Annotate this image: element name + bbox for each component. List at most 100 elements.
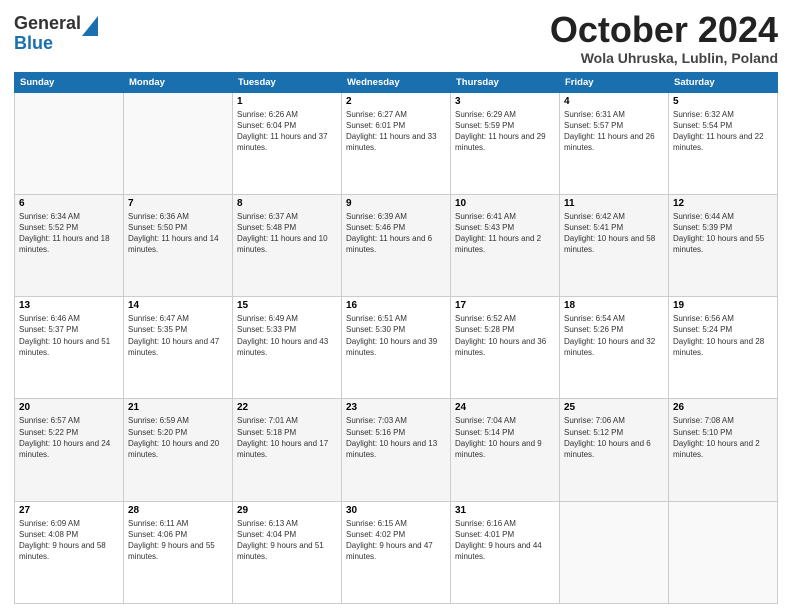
calendar-week-row: 6 Sunrise: 6:34 AMSunset: 5:52 PMDayligh…	[15, 194, 778, 296]
day-number: 13	[19, 300, 119, 311]
calendar-cell: 16 Sunrise: 6:51 AMSunset: 5:30 PMDaylig…	[342, 297, 451, 399]
calendar-cell: 22 Sunrise: 7:01 AMSunset: 5:18 PMDaylig…	[233, 399, 342, 501]
calendar-cell	[124, 92, 233, 194]
weekday-header-cell: Monday	[124, 72, 233, 92]
logo-general: General	[14, 13, 81, 33]
calendar-cell: 30 Sunrise: 6:15 AMSunset: 4:02 PMDaylig…	[342, 501, 451, 603]
day-info: Sunrise: 6:09 AMSunset: 4:08 PMDaylight:…	[19, 518, 119, 563]
calendar-table: SundayMondayTuesdayWednesdayThursdayFrid…	[14, 72, 778, 604]
calendar-cell	[560, 501, 669, 603]
day-number: 25	[564, 402, 664, 413]
weekday-header-cell: Friday	[560, 72, 669, 92]
day-info: Sunrise: 6:15 AMSunset: 4:02 PMDaylight:…	[346, 518, 446, 563]
day-number: 11	[564, 198, 664, 209]
weekday-header-row: SundayMondayTuesdayWednesdayThursdayFrid…	[15, 72, 778, 92]
day-number: 20	[19, 402, 119, 413]
calendar-cell: 5 Sunrise: 6:32 AMSunset: 5:54 PMDayligh…	[669, 92, 778, 194]
day-number: 10	[455, 198, 555, 209]
day-number: 6	[19, 198, 119, 209]
day-info: Sunrise: 6:29 AMSunset: 5:59 PMDaylight:…	[455, 109, 555, 154]
calendar-cell: 23 Sunrise: 7:03 AMSunset: 5:16 PMDaylig…	[342, 399, 451, 501]
day-number: 15	[237, 300, 337, 311]
day-number: 30	[346, 505, 446, 516]
calendar-cell: 25 Sunrise: 7:06 AMSunset: 5:12 PMDaylig…	[560, 399, 669, 501]
calendar-body: 1 Sunrise: 6:26 AMSunset: 6:04 PMDayligh…	[15, 92, 778, 603]
day-number: 12	[673, 198, 773, 209]
day-number: 21	[128, 402, 228, 413]
day-info: Sunrise: 6:49 AMSunset: 5:33 PMDaylight:…	[237, 313, 337, 358]
day-info: Sunrise: 6:11 AMSunset: 4:06 PMDaylight:…	[128, 518, 228, 563]
month-title: October 2024	[550, 10, 778, 50]
day-info: Sunrise: 6:51 AMSunset: 5:30 PMDaylight:…	[346, 313, 446, 358]
calendar-cell: 6 Sunrise: 6:34 AMSunset: 5:52 PMDayligh…	[15, 194, 124, 296]
calendar-week-row: 20 Sunrise: 6:57 AMSunset: 5:22 PMDaylig…	[15, 399, 778, 501]
day-number: 22	[237, 402, 337, 413]
day-number: 19	[673, 300, 773, 311]
calendar-cell: 24 Sunrise: 7:04 AMSunset: 5:14 PMDaylig…	[451, 399, 560, 501]
calendar-cell: 3 Sunrise: 6:29 AMSunset: 5:59 PMDayligh…	[451, 92, 560, 194]
calendar-cell: 13 Sunrise: 6:46 AMSunset: 5:37 PMDaylig…	[15, 297, 124, 399]
day-info: Sunrise: 6:32 AMSunset: 5:54 PMDaylight:…	[673, 109, 773, 154]
day-number: 8	[237, 198, 337, 209]
day-number: 7	[128, 198, 228, 209]
day-info: Sunrise: 6:31 AMSunset: 5:57 PMDaylight:…	[564, 109, 664, 154]
day-number: 18	[564, 300, 664, 311]
day-number: 17	[455, 300, 555, 311]
calendar-cell	[669, 501, 778, 603]
calendar-week-row: 1 Sunrise: 6:26 AMSunset: 6:04 PMDayligh…	[15, 92, 778, 194]
calendar-cell: 9 Sunrise: 6:39 AMSunset: 5:46 PMDayligh…	[342, 194, 451, 296]
day-info: Sunrise: 6:54 AMSunset: 5:26 PMDaylight:…	[564, 313, 664, 358]
weekday-header-cell: Tuesday	[233, 72, 342, 92]
day-info: Sunrise: 6:16 AMSunset: 4:01 PMDaylight:…	[455, 518, 555, 563]
day-info: Sunrise: 6:44 AMSunset: 5:39 PMDaylight:…	[673, 211, 773, 256]
calendar-cell: 28 Sunrise: 6:11 AMSunset: 4:06 PMDaylig…	[124, 501, 233, 603]
day-number: 3	[455, 96, 555, 107]
day-info: Sunrise: 7:08 AMSunset: 5:10 PMDaylight:…	[673, 415, 773, 460]
day-number: 24	[455, 402, 555, 413]
day-number: 14	[128, 300, 228, 311]
weekday-header-cell: Saturday	[669, 72, 778, 92]
day-number: 2	[346, 96, 446, 107]
calendar-cell: 1 Sunrise: 6:26 AMSunset: 6:04 PMDayligh…	[233, 92, 342, 194]
logo-blue: Blue	[14, 33, 53, 53]
day-number: 27	[19, 505, 119, 516]
calendar-cell: 27 Sunrise: 6:09 AMSunset: 4:08 PMDaylig…	[15, 501, 124, 603]
day-info: Sunrise: 6:46 AMSunset: 5:37 PMDaylight:…	[19, 313, 119, 358]
header: General Blue October 2024 Wola Uhruska, …	[14, 10, 778, 66]
calendar-cell: 31 Sunrise: 6:16 AMSunset: 4:01 PMDaylig…	[451, 501, 560, 603]
day-number: 4	[564, 96, 664, 107]
calendar-cell: 15 Sunrise: 6:49 AMSunset: 5:33 PMDaylig…	[233, 297, 342, 399]
weekday-header-cell: Thursday	[451, 72, 560, 92]
calendar-cell: 17 Sunrise: 6:52 AMSunset: 5:28 PMDaylig…	[451, 297, 560, 399]
day-info: Sunrise: 7:06 AMSunset: 5:12 PMDaylight:…	[564, 415, 664, 460]
day-info: Sunrise: 6:59 AMSunset: 5:20 PMDaylight:…	[128, 415, 228, 460]
day-info: Sunrise: 6:52 AMSunset: 5:28 PMDaylight:…	[455, 313, 555, 358]
day-number: 16	[346, 300, 446, 311]
calendar-cell: 4 Sunrise: 6:31 AMSunset: 5:57 PMDayligh…	[560, 92, 669, 194]
calendar-cell: 14 Sunrise: 6:47 AMSunset: 5:35 PMDaylig…	[124, 297, 233, 399]
title-section: October 2024 Wola Uhruska, Lublin, Polan…	[550, 10, 778, 66]
calendar-cell: 18 Sunrise: 6:54 AMSunset: 5:26 PMDaylig…	[560, 297, 669, 399]
day-number: 23	[346, 402, 446, 413]
day-info: Sunrise: 6:13 AMSunset: 4:04 PMDaylight:…	[237, 518, 337, 563]
logo-text: General Blue	[14, 13, 81, 53]
calendar-cell: 12 Sunrise: 6:44 AMSunset: 5:39 PMDaylig…	[669, 194, 778, 296]
day-info: Sunrise: 6:56 AMSunset: 5:24 PMDaylight:…	[673, 313, 773, 358]
day-number: 5	[673, 96, 773, 107]
day-info: Sunrise: 6:42 AMSunset: 5:41 PMDaylight:…	[564, 211, 664, 256]
weekday-header-cell: Sunday	[15, 72, 124, 92]
logo: General Blue	[14, 14, 98, 54]
calendar-cell: 11 Sunrise: 6:42 AMSunset: 5:41 PMDaylig…	[560, 194, 669, 296]
calendar-cell: 10 Sunrise: 6:41 AMSunset: 5:43 PMDaylig…	[451, 194, 560, 296]
day-number: 9	[346, 198, 446, 209]
day-info: Sunrise: 7:01 AMSunset: 5:18 PMDaylight:…	[237, 415, 337, 460]
calendar-cell: 7 Sunrise: 6:36 AMSunset: 5:50 PMDayligh…	[124, 194, 233, 296]
calendar-cell: 29 Sunrise: 6:13 AMSunset: 4:04 PMDaylig…	[233, 501, 342, 603]
day-number: 29	[237, 505, 337, 516]
day-number: 26	[673, 402, 773, 413]
day-info: Sunrise: 7:03 AMSunset: 5:16 PMDaylight:…	[346, 415, 446, 460]
calendar-cell: 21 Sunrise: 6:59 AMSunset: 5:20 PMDaylig…	[124, 399, 233, 501]
day-info: Sunrise: 6:39 AMSunset: 5:46 PMDaylight:…	[346, 211, 446, 256]
logo-icon	[82, 16, 98, 36]
calendar-week-row: 13 Sunrise: 6:46 AMSunset: 5:37 PMDaylig…	[15, 297, 778, 399]
